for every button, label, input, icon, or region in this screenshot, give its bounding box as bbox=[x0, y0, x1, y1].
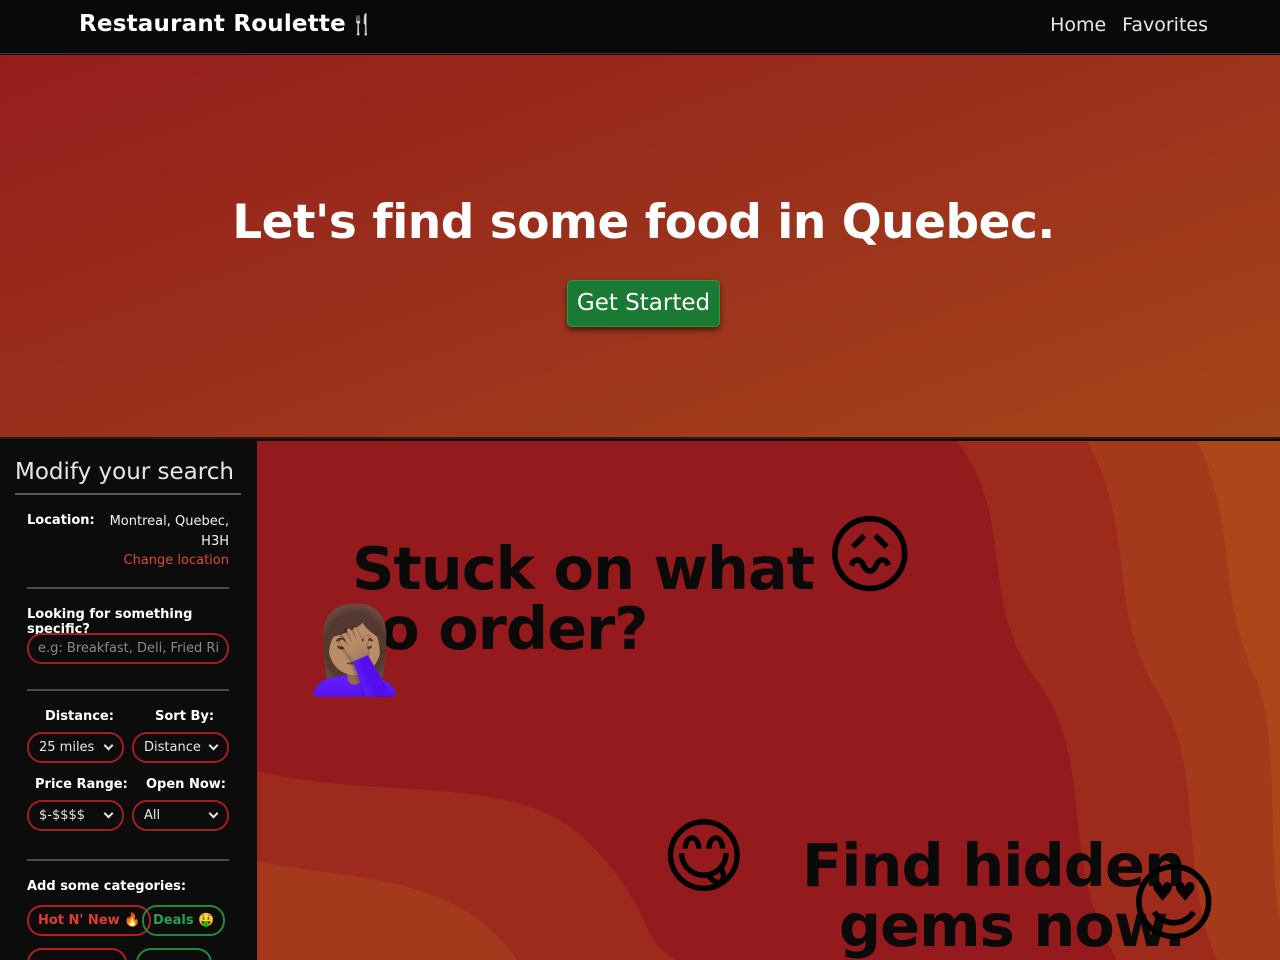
divider bbox=[27, 859, 229, 861]
distance-label: Distance: bbox=[45, 709, 114, 724]
search-input[interactable] bbox=[27, 633, 229, 664]
nav-links: Home Favorites bbox=[1050, 14, 1208, 36]
nav-link-home[interactable]: Home bbox=[1050, 14, 1106, 36]
navbar: Restaurant Roulette 🍴 Home Favorites bbox=[0, 0, 1280, 54]
fire-icon: 🔥 bbox=[124, 913, 141, 928]
category-chip-deals[interactable]: Deals 🤑 bbox=[142, 905, 226, 936]
price-range-select-value: $-$$$$ bbox=[39, 808, 86, 823]
location-label: Location: bbox=[27, 513, 95, 528]
brand-name[interactable]: Restaurant Roulette bbox=[79, 11, 346, 37]
nav-link-favorites[interactable]: Favorites bbox=[1122, 14, 1208, 36]
money-mouth-face-icon: 🤑 bbox=[198, 913, 215, 928]
distance-select[interactable]: 25 miles bbox=[27, 732, 124, 763]
yum-face-icon: 😋 bbox=[661, 810, 747, 905]
sort-by-select-value: Distance bbox=[144, 740, 201, 755]
chevron-down-icon bbox=[208, 740, 219, 751]
distance-select-value: 25 miles bbox=[39, 740, 95, 755]
face-palm-icon: 🤦🏽‍♀️ bbox=[301, 600, 409, 700]
feature-panel: Stuck on what to order? 😖 🤦🏽‍♀️ Find hid… bbox=[257, 441, 1280, 960]
change-location-link[interactable]: Change location bbox=[124, 553, 230, 568]
location-value: Montreal, Quebec, H3H bbox=[109, 514, 229, 549]
category-chip[interactable] bbox=[136, 948, 212, 960]
brand-logo[interactable]: Restaurant Roulette 🍴 bbox=[79, 11, 375, 37]
categories-label: Add some categories: bbox=[27, 879, 187, 894]
sort-by-select[interactable]: Distance bbox=[132, 732, 229, 763]
feature-title-stuck: Stuck on what to order? bbox=[352, 534, 815, 663]
open-now-label: Open Now: bbox=[146, 777, 226, 792]
confounded-face-icon: 😖 bbox=[825, 506, 915, 606]
chip-label: Deals bbox=[153, 913, 194, 928]
category-chip[interactable] bbox=[27, 948, 127, 960]
sidebar-heading: Modify your search bbox=[15, 459, 234, 485]
search-sidebar: Modify your search Location: Montreal, Q… bbox=[0, 441, 257, 960]
chevron-down-icon bbox=[103, 808, 114, 819]
category-chip-hot-n-new[interactable]: Hot N' New 🔥 bbox=[27, 905, 152, 936]
fork-knife-icon: 🍴 bbox=[349, 12, 375, 36]
divider bbox=[15, 493, 241, 495]
open-now-select-value: All bbox=[144, 808, 161, 823]
chip-label: Hot N' New bbox=[38, 913, 120, 928]
open-now-select[interactable]: All bbox=[132, 800, 229, 831]
chevron-down-icon bbox=[208, 808, 219, 819]
get-started-button[interactable]: Get Started bbox=[567, 280, 720, 327]
heart-eyes-face-icon: 😍 bbox=[1129, 854, 1219, 954]
sort-by-label: Sort By: bbox=[155, 709, 215, 724]
hero-banner: Let's find some food in Quebec. Get Star… bbox=[0, 55, 1280, 439]
divider bbox=[27, 587, 229, 589]
divider bbox=[27, 689, 229, 691]
chevron-down-icon bbox=[103, 740, 114, 751]
hero-title: Let's find some food in Quebec. bbox=[232, 195, 1055, 250]
price-range-label: Price Range: bbox=[35, 777, 128, 792]
price-range-select[interactable]: $-$$$$ bbox=[27, 800, 124, 831]
